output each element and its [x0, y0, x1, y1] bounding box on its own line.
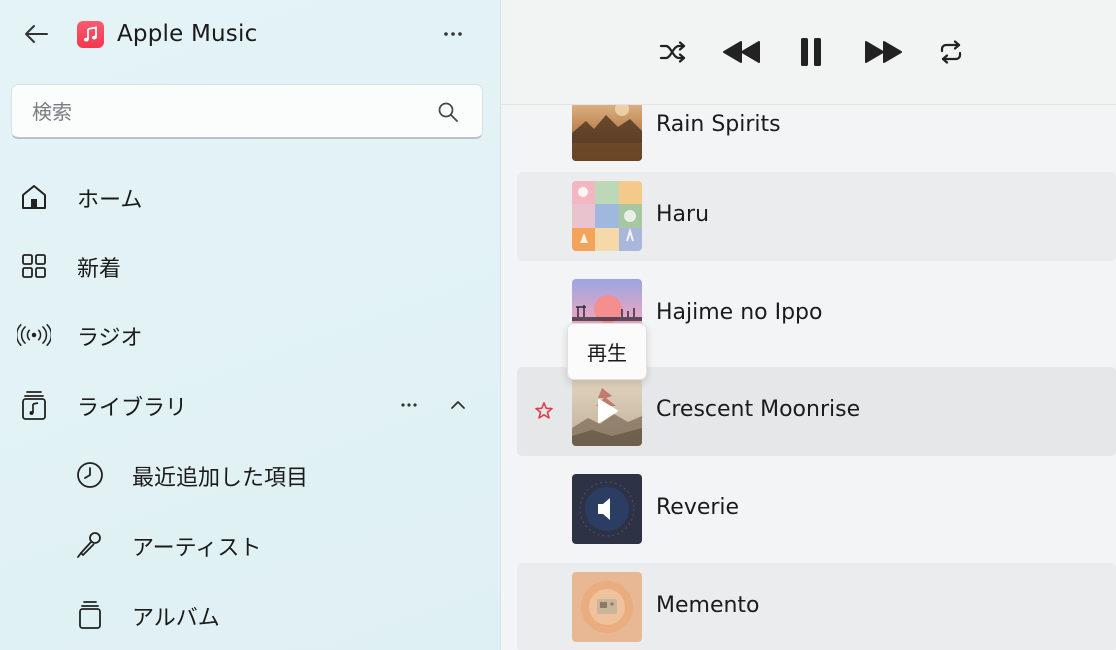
chevron-up-icon — [451, 401, 465, 409]
sidebar-item-artists[interactable]: アーティスト — [0, 516, 500, 574]
track-title: Haru — [656, 202, 710, 227]
more-horizontal-icon — [401, 403, 417, 407]
back-button[interactable] — [20, 20, 52, 48]
play-icon — [598, 399, 618, 423]
grid-icon — [17, 251, 51, 281]
search-box — [11, 84, 483, 139]
previous-icon — [723, 41, 760, 63]
library-icon — [17, 390, 51, 420]
sidebar-item-library[interactable]: ライブラリ — [0, 376, 500, 434]
sidebar-item-label: ラジオ — [77, 326, 143, 351]
track-title: Hajime no Ippo — [656, 300, 823, 325]
player-controls — [501, 0, 1116, 105]
sidebar-item-label: ライブラリ — [77, 396, 188, 421]
next-button[interactable] — [861, 34, 905, 70]
library-collapse-button[interactable] — [444, 392, 472, 418]
album-art — [572, 376, 642, 446]
sidebar-subitem-label: アルバム — [132, 606, 220, 631]
home-icon — [17, 182, 51, 212]
more-horizontal-icon — [444, 32, 462, 36]
play-button[interactable] — [572, 376, 642, 446]
track-row[interactable]: Haru — [517, 172, 1116, 261]
track-title: Crescent Moonrise — [656, 397, 861, 422]
next-icon — [865, 41, 902, 63]
sidebar-subitem-label: アーティスト — [132, 536, 262, 561]
music-note-icon — [83, 26, 97, 42]
radio-broadcast-icon — [17, 320, 51, 350]
title-bar: Apple Music — [0, 0, 500, 68]
sidebar-item-label: ホーム — [77, 188, 143, 213]
repeat-button[interactable] — [936, 34, 966, 70]
sidebar-item-recently-added[interactable]: 最近追加した項目 — [0, 446, 500, 504]
pause-button[interactable] — [795, 34, 827, 70]
shuffle-icon — [659, 41, 686, 63]
library-more-button[interactable] — [393, 392, 425, 418]
track-title: Rain Spirits — [656, 112, 781, 137]
shuffle-button[interactable] — [656, 34, 690, 70]
album-art — [572, 181, 642, 251]
sidebar-subitem-label: 最近追加した項目 — [132, 466, 309, 491]
track-title: Reverie — [656, 495, 740, 520]
track-row[interactable]: Crescent Moonrise — [517, 367, 1116, 456]
sidebar: Apple Music ホーム — [0, 0, 501, 650]
sidebar-item-radio[interactable]: ラジオ — [0, 306, 500, 364]
sidebar-item-label: 新着 — [77, 257, 122, 282]
track-row[interactable]: Memento — [517, 563, 1116, 650]
search-input[interactable] — [30, 95, 434, 129]
sidebar-item-new[interactable]: 新着 — [0, 237, 500, 295]
track-title: Memento — [656, 593, 760, 618]
pause-icon — [801, 38, 821, 66]
album-art — [572, 474, 642, 544]
clock-icon — [72, 460, 108, 490]
search-icon[interactable] — [436, 100, 460, 124]
album-art — [572, 105, 642, 161]
album-art — [572, 572, 642, 642]
sidebar-item-home[interactable]: ホーム — [0, 168, 500, 226]
apple-music-logo — [77, 21, 104, 48]
star-icon[interactable] — [534, 401, 554, 421]
app-title: Apple Music — [117, 21, 258, 47]
previous-button[interactable] — [719, 34, 765, 70]
sidebar-item-albums[interactable]: アルバム — [0, 586, 500, 644]
repeat-icon — [940, 40, 962, 64]
track-row[interactable]: Reverie — [517, 465, 1116, 554]
app-menu-button[interactable] — [438, 22, 468, 46]
track-row[interactable]: Rain Spirits — [517, 105, 1116, 171]
microphone-icon — [72, 530, 108, 560]
album-stack-icon — [72, 600, 108, 630]
play-tooltip: 再生 — [567, 323, 647, 380]
back-arrow-icon — [25, 25, 48, 43]
